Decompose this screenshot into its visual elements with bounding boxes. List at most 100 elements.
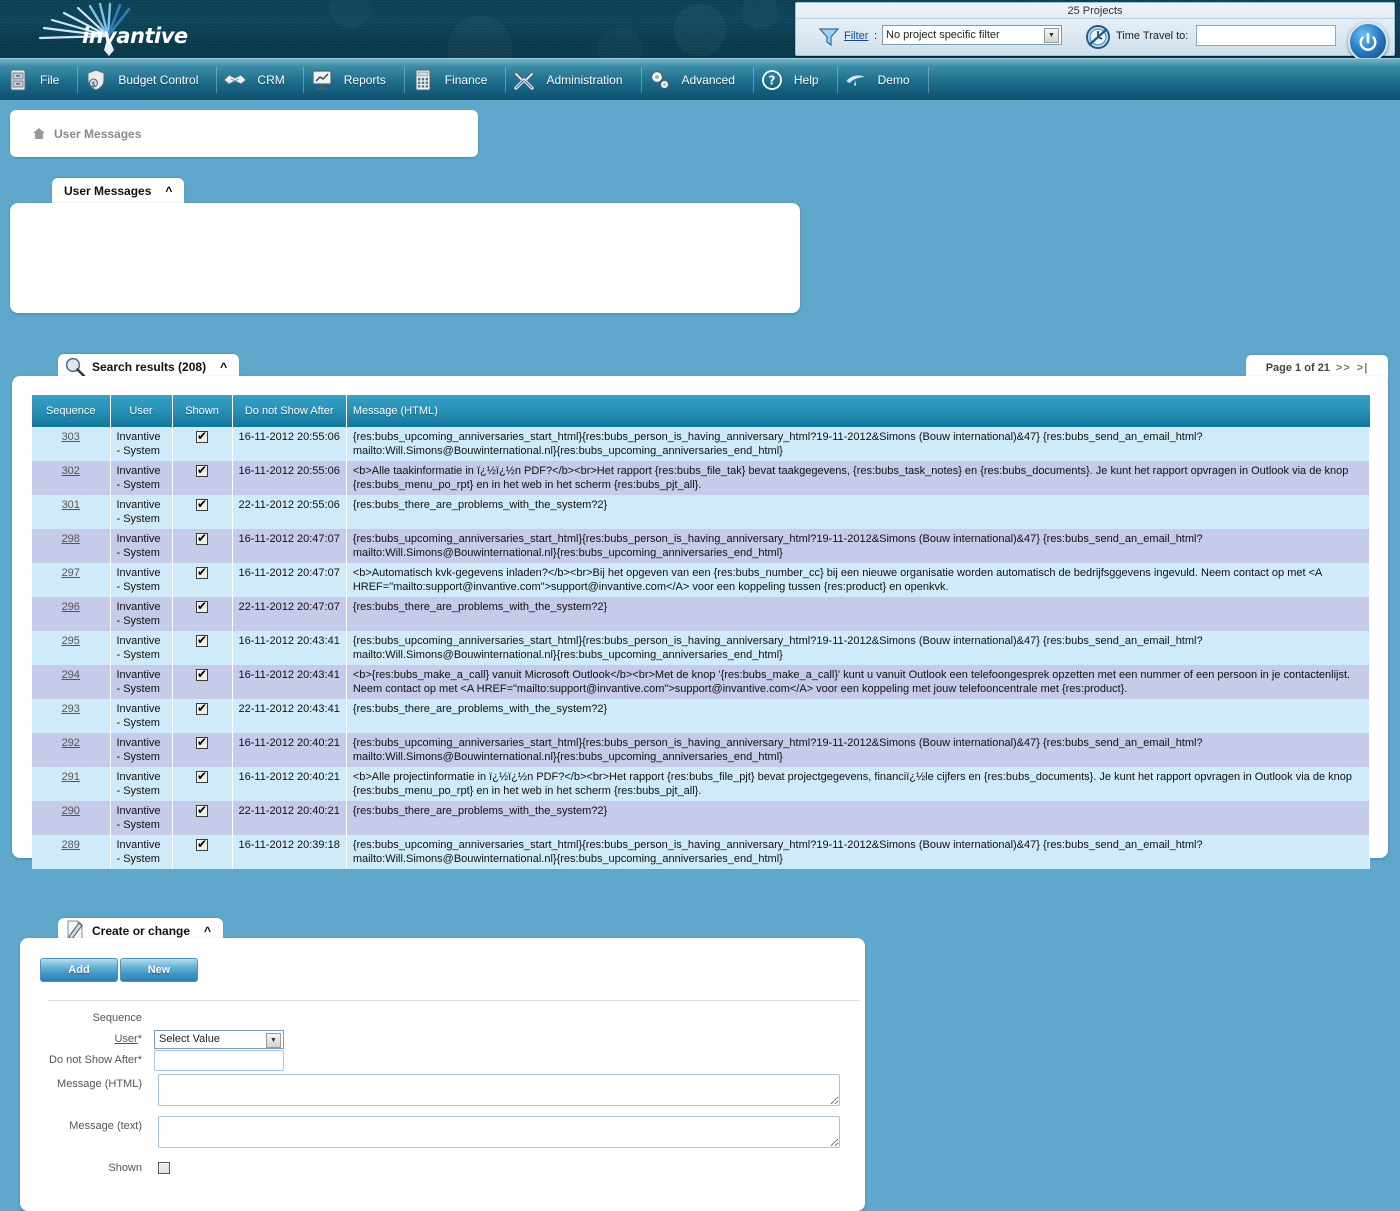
menu-item-budget-control[interactable]: $ Budget Control [78, 59, 216, 101]
column-header-user[interactable]: User [110, 395, 172, 427]
power-icon[interactable] [1348, 22, 1388, 58]
table-row[interactable]: 295Invantive - System16-11-2012 20:43:41… [32, 631, 1370, 665]
menu-item-finance[interactable]: Finance [405, 59, 506, 101]
sequence-link[interactable]: 302 [62, 465, 80, 477]
cell-sequence: 289 [32, 835, 110, 869]
sequence-link[interactable]: 296 [62, 601, 80, 613]
menu-item-crm[interactable]: CRM [217, 59, 302, 101]
shown-checkbox[interactable] [158, 1162, 170, 1174]
funnel-icon [818, 27, 840, 47]
main-menu-bar: File $ Budget Control CRM Reports Financ… [0, 58, 1400, 100]
chevron-down-icon[interactable]: ▼ [1044, 28, 1059, 43]
chevron-up-icon[interactable]: ^ [165, 184, 172, 198]
pager-next-button[interactable]: >> [1336, 362, 1351, 374]
sequence-link[interactable]: 295 [62, 635, 80, 647]
chevron-up-icon[interactable]: ^ [204, 924, 211, 938]
results-table-body: 303Invantive - System16-11-2012 20:55:06… [32, 427, 1370, 869]
column-header-shown[interactable]: Shown [172, 395, 232, 427]
shown-checkbox[interactable] [196, 567, 208, 579]
shown-checkbox[interactable] [196, 465, 208, 477]
column-header-do-not-show-after[interactable]: Do not Show After [232, 395, 346, 427]
sequence-link[interactable]: 294 [62, 669, 80, 681]
shown-checkbox[interactable] [196, 703, 208, 715]
shown-checkbox[interactable] [196, 601, 208, 613]
chevron-down-icon[interactable]: ▼ [266, 1033, 281, 1048]
chevron-up-icon[interactable]: ^ [220, 360, 227, 374]
table-row[interactable]: 290Invantive - System22-11-2012 20:40:21… [32, 801, 1370, 835]
breadcrumb-text: User Messages [54, 127, 141, 141]
cell-do-not-show-after: 16-11-2012 20:40:21 [232, 733, 346, 767]
sequence-link[interactable]: 290 [62, 805, 80, 817]
column-header-sequence[interactable]: Sequence [32, 395, 110, 427]
cell-shown [172, 699, 232, 733]
cell-sequence: 295 [32, 631, 110, 665]
user-label-text[interactable]: User [114, 1033, 137, 1045]
new-button[interactable]: New [120, 958, 198, 982]
menu-item-advanced[interactable]: Advanced [642, 59, 753, 101]
message-html-textarea[interactable] [158, 1074, 840, 1106]
shown-checkbox[interactable] [196, 737, 208, 749]
cell-do-not-show-after: 22-11-2012 20:47:07 [232, 597, 346, 631]
sequence-link[interactable]: 291 [62, 771, 80, 783]
tab-user-messages[interactable]: User Messages ^ [52, 178, 184, 204]
svg-text:$: $ [92, 81, 96, 88]
sequence-link[interactable]: 289 [62, 839, 80, 851]
shown-checkbox[interactable] [196, 533, 208, 545]
user-select[interactable]: Select Value ▼ [154, 1030, 284, 1049]
shown-checkbox[interactable] [196, 771, 208, 783]
shown-checkbox[interactable] [196, 839, 208, 851]
table-row[interactable]: 293Invantive - System22-11-2012 20:43:41… [32, 699, 1370, 733]
cell-sequence: 293 [32, 699, 110, 733]
clock-icon [1084, 23, 1112, 51]
shown-checkbox[interactable] [196, 431, 208, 443]
home-icon[interactable] [32, 127, 46, 140]
do-not-show-after-input[interactable] [154, 1050, 284, 1071]
sequence-link[interactable]: 301 [62, 499, 80, 511]
add-button[interactable]: Add [40, 958, 118, 982]
menu-item-administration[interactable]: Administration [506, 59, 640, 101]
project-filter-select[interactable]: No project specific filter ▼ [882, 25, 1062, 45]
sequence-link[interactable]: 292 [62, 737, 80, 749]
pager-last-button[interactable]: >| [1357, 362, 1369, 374]
shown-checkbox[interactable] [196, 635, 208, 647]
cell-sequence: 301 [32, 495, 110, 529]
shown-checkbox[interactable] [196, 499, 208, 511]
cell-shown [172, 631, 232, 665]
table-row[interactable]: 291Invantive - System16-11-2012 20:40:21… [32, 767, 1370, 801]
menu-item-demo[interactable]: Demo [838, 59, 928, 101]
create-or-change-panel: Add New Sequence User* Select Value ▼ Do… [20, 938, 865, 1211]
cell-message: <b>Automatisch kvk-gegevens inladen?</b>… [346, 563, 1369, 597]
table-row[interactable]: 296Invantive - System22-11-2012 20:47:07… [32, 597, 1370, 631]
column-header-message[interactable]: Message (HTML) [346, 395, 1369, 427]
table-row[interactable]: 302Invantive - System16-11-2012 20:55:06… [32, 461, 1370, 495]
menu-item-help[interactable]: ? Help [754, 59, 837, 101]
cell-message: <b>Alle taakinformatie in ï¿½ï¿½n PDF?</… [346, 461, 1369, 495]
shown-checkbox[interactable] [196, 805, 208, 817]
table-row[interactable]: 294Invantive - System16-11-2012 20:43:41… [32, 665, 1370, 699]
menu-item-label: Demo [868, 73, 928, 87]
cell-message: {res:bubs_there_are_problems_with_the_sy… [346, 699, 1369, 733]
cell-sequence: 303 [32, 427, 110, 461]
cabinet-icon [6, 67, 30, 93]
menu-item-reports[interactable]: Reports [304, 59, 404, 101]
table-row[interactable]: 289Invantive - System16-11-2012 20:39:18… [32, 835, 1370, 869]
message-text-textarea[interactable] [158, 1116, 840, 1148]
table-row[interactable]: 297Invantive - System16-11-2012 20:47:07… [32, 563, 1370, 597]
table-row[interactable]: 301Invantive - System22-11-2012 20:55:06… [32, 495, 1370, 529]
shown-checkbox[interactable] [196, 669, 208, 681]
table-row[interactable]: 298Invantive - System16-11-2012 20:47:07… [32, 529, 1370, 563]
table-row[interactable]: 303Invantive - System16-11-2012 20:55:06… [32, 427, 1370, 461]
cell-shown [172, 801, 232, 835]
sequence-link[interactable]: 293 [62, 703, 80, 715]
svg-text:?: ? [768, 73, 775, 87]
sequence-link[interactable]: 298 [62, 533, 80, 545]
sequence-link[interactable]: 297 [62, 567, 80, 579]
sequence-link[interactable]: 303 [62, 431, 80, 443]
cell-sequence: 298 [32, 529, 110, 563]
menu-item-file[interactable]: File [0, 59, 77, 101]
table-row[interactable]: 292Invantive - System16-11-2012 20:40:21… [32, 733, 1370, 767]
cell-sequence: 292 [32, 733, 110, 767]
invantive-logo: invantive [30, 2, 210, 56]
time-travel-input[interactable] [1196, 25, 1336, 46]
filter-link[interactable]: Filter [844, 30, 868, 42]
